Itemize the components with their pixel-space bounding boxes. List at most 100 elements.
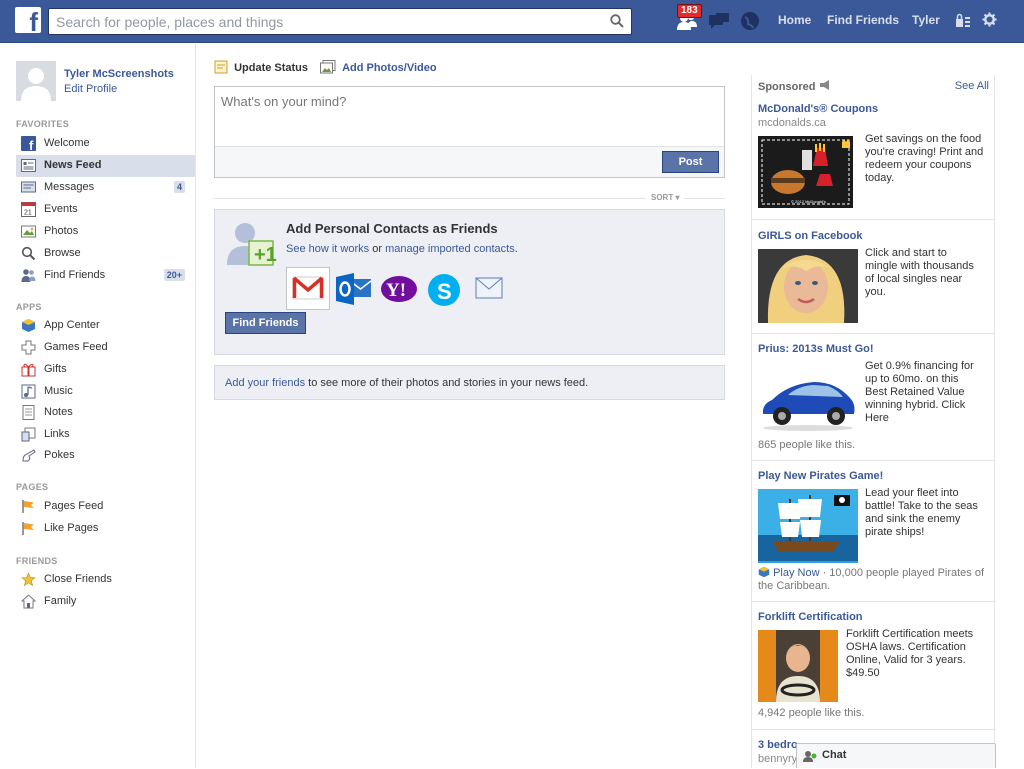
ad-image[interactable] bbox=[758, 630, 838, 702]
sort-menu[interactable]: SORT ▾ bbox=[646, 193, 685, 202]
ad-forklift[interactable]: Forklift Certification Forklift Certific… bbox=[758, 611, 990, 721]
find-friends-button[interactable]: Find Friends bbox=[225, 312, 306, 334]
search-icon[interactable] bbox=[610, 14, 624, 28]
family-icon bbox=[21, 594, 36, 609]
sponsored-title: Sponsored bbox=[758, 81, 816, 93]
facebook-icon: f bbox=[21, 136, 36, 151]
sidebar-item-notes[interactable]: Notes bbox=[16, 402, 195, 424]
messages-icon bbox=[21, 181, 36, 193]
provider-email[interactable] bbox=[467, 267, 511, 310]
app-center-icon bbox=[758, 566, 770, 578]
status-composer[interactable]: What's on your mind? Post bbox=[214, 86, 725, 178]
nav-find-friends[interactable]: Find Friends bbox=[827, 13, 899, 27]
sidebar-item-photos[interactable]: Photos bbox=[16, 221, 195, 243]
sidebar-item-pokes[interactable]: Pokes bbox=[16, 445, 195, 467]
see-how-it-works-link[interactable]: See how it works bbox=[286, 243, 369, 255]
manage-contacts-link[interactable]: manage imported contacts bbox=[385, 243, 515, 255]
sidebar-item-gifts[interactable]: Gifts bbox=[16, 359, 195, 381]
tab-label: Add Photos/Video bbox=[342, 62, 437, 74]
search-input[interactable] bbox=[49, 9, 589, 34]
provider-skype[interactable]: S bbox=[422, 267, 466, 310]
facebook-logo-icon[interactable]: f bbox=[15, 7, 41, 35]
see-all-link[interactable]: See All bbox=[955, 80, 989, 92]
sidebar-item-family[interactable]: Family bbox=[16, 591, 195, 613]
gmail-icon bbox=[292, 276, 324, 300]
separator-text: or bbox=[372, 243, 382, 255]
notifications-globe-icon[interactable] bbox=[739, 11, 761, 31]
count-badge: 4 bbox=[173, 181, 185, 193]
post-button[interactable]: Post bbox=[662, 151, 719, 173]
ad-likes: 865 people like this. bbox=[758, 439, 856, 451]
car-photo-icon bbox=[762, 382, 855, 431]
ad-image[interactable] bbox=[758, 362, 858, 436]
sidebar-item-games-feed[interactable]: Games Feed bbox=[16, 337, 195, 359]
games-icon bbox=[21, 340, 36, 355]
messages-icon[interactable] bbox=[708, 11, 730, 31]
chat-bar[interactable]: Chat bbox=[796, 743, 996, 768]
privacy-shortcuts-icon[interactable] bbox=[955, 12, 971, 28]
sidebar-item-links[interactable]: Links bbox=[16, 424, 195, 446]
sidebar-item-close-friends[interactable]: Close Friends bbox=[16, 569, 195, 591]
sidebar-item-browse[interactable]: Browse bbox=[16, 243, 195, 265]
add-your-friends-link[interactable]: Add your friends bbox=[225, 377, 305, 389]
ad-text: Get 0.9% financing for up to 60mo. on th… bbox=[865, 360, 974, 424]
ad-girls-on-facebook[interactable]: GIRLS on Facebook Click and start to min… bbox=[758, 230, 990, 325]
sidebar-item-label: Music bbox=[44, 385, 73, 397]
ad-mcdonalds[interactable]: McDonald's® Coupons mcdonalds.ca © 2012 … bbox=[758, 103, 990, 213]
search-box[interactable] bbox=[48, 8, 632, 35]
avatar[interactable] bbox=[16, 61, 56, 101]
provider-yahoo[interactable]: Y! bbox=[377, 267, 421, 310]
pages-feed-icon bbox=[22, 500, 34, 513]
ad-pirates[interactable]: Play New Pirates Game! Lead your fleet i… bbox=[758, 470, 990, 600]
calendar-icon: 21 bbox=[21, 202, 36, 217]
gear-icon[interactable] bbox=[982, 12, 997, 27]
ad-text: Click and start to mingle with thousands… bbox=[865, 247, 974, 298]
tab-update-status[interactable]: Update Status bbox=[214, 60, 308, 74]
provider-gmail[interactable] bbox=[286, 267, 330, 310]
sidebar-item-pages-feed[interactable]: Pages Feed bbox=[16, 496, 195, 518]
ad-image[interactable] bbox=[758, 249, 858, 323]
sidebar-item-news-feed[interactable]: News Feed bbox=[16, 155, 195, 177]
play-now-link[interactable]: Play Now bbox=[773, 567, 819, 579]
provider-outlook[interactable] bbox=[332, 267, 376, 310]
top-bar: f 183 Home Find Friends Tyler bbox=[0, 0, 1024, 43]
ad-title[interactable]: Prius: 2013s Must Go! bbox=[758, 343, 990, 355]
edit-profile-link[interactable]: Edit Profile bbox=[64, 83, 117, 95]
sidebar-item-label: App Center bbox=[44, 319, 100, 331]
ad-title[interactable]: GIRLS on Facebook bbox=[758, 230, 990, 242]
sidebar-item-events[interactable]: 21 Events bbox=[16, 199, 195, 221]
sponsored-header: Sponsored bbox=[758, 80, 831, 93]
sidebar-item-label: Gifts bbox=[44, 363, 67, 375]
sidebar-item-label: Links bbox=[44, 428, 70, 440]
gift-icon bbox=[21, 363, 36, 377]
sidebar-item-app-center[interactable]: App Center bbox=[16, 315, 195, 337]
sidebar-item-like-pages[interactable]: Like Pages bbox=[16, 518, 195, 540]
sidebar-item-welcome[interactable]: f Welcome bbox=[16, 133, 195, 155]
sidebar-item-label: Find Friends bbox=[44, 269, 106, 281]
ad-domain: mcdonalds.ca bbox=[758, 117, 826, 129]
status-input-placeholder[interactable]: What's on your mind? bbox=[221, 94, 346, 109]
default-avatar-icon bbox=[16, 61, 56, 101]
sidebar-item-music[interactable]: Music bbox=[16, 381, 195, 403]
tab-add-photos[interactable]: Add Photos/Video bbox=[320, 60, 437, 74]
ad-title[interactable]: McDonald's® Coupons bbox=[758, 103, 990, 115]
ad-image[interactable]: © 2012 McDonald's bbox=[758, 136, 853, 208]
ad-image[interactable] bbox=[758, 489, 858, 563]
divider bbox=[752, 219, 994, 220]
nav-profile[interactable]: Tyler bbox=[912, 13, 940, 27]
ad-title[interactable]: Play New Pirates Game! bbox=[758, 470, 990, 482]
nav-home[interactable]: Home bbox=[778, 13, 811, 27]
chevron-down-icon: ▾ bbox=[675, 193, 680, 202]
nav-divider bbox=[818, 11, 819, 29]
sidebar-item-messages[interactable]: Messages 4 bbox=[16, 177, 195, 199]
add-friend-illustration-icon: +1 bbox=[227, 223, 277, 266]
sidebar-item-find-friends[interactable]: Find Friends 20+ bbox=[16, 265, 195, 287]
chat-label: Chat bbox=[822, 749, 847, 761]
sort-label: SORT bbox=[651, 193, 674, 202]
ad-title[interactable]: Forklift Certification bbox=[758, 611, 990, 623]
profile-name-link[interactable]: Tyler McScreenshots bbox=[64, 68, 174, 80]
skype-icon: S bbox=[428, 274, 460, 306]
composer-footer: Post bbox=[215, 146, 724, 177]
left-sidebar: Tyler McScreenshots Edit Profile FAVORIT… bbox=[0, 44, 196, 768]
ad-prius[interactable]: Prius: 2013s Must Go! Get 0.9% financing… bbox=[758, 343, 990, 453]
